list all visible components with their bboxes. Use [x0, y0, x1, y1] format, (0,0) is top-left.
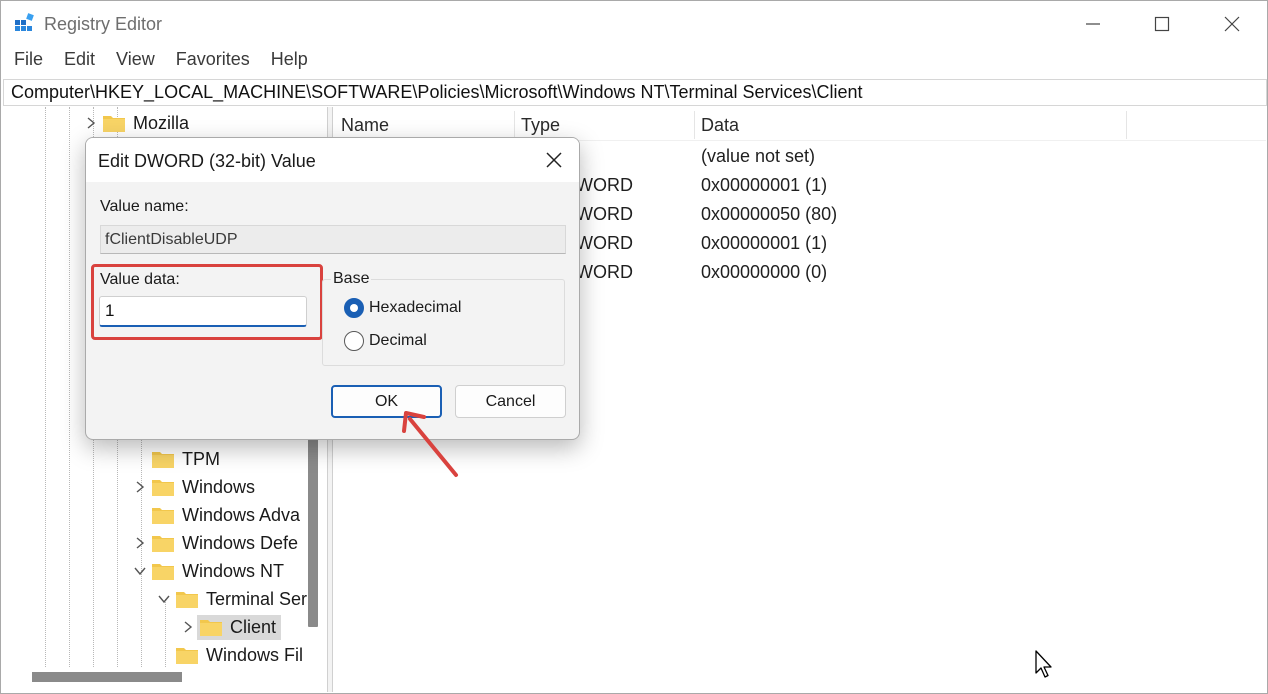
edit-dword-dialog: Edit DWORD (32-bit) Value Value name: fC…	[85, 137, 580, 440]
minimize-button[interactable]	[1079, 11, 1107, 37]
column-header-type[interactable]: Type	[521, 115, 560, 136]
annotation-arrow-icon	[402, 411, 458, 477]
radio-hexadecimal[interactable]: Hexadecimal	[344, 298, 461, 318]
row-type: WORD	[576, 233, 633, 253]
tree-item-label: Windows Adva	[182, 504, 301, 525]
registry-editor-window: Registry Editor File Edit View Favorites…	[0, 0, 1268, 694]
folder-icon	[103, 116, 125, 132]
maximize-button[interactable]	[1148, 11, 1176, 37]
radio-label: Decimal	[369, 332, 427, 349]
folder-icon	[152, 536, 174, 552]
address-bar[interactable]: Computer\HKEY_LOCAL_MACHINE\SOFTWARE\Pol…	[3, 79, 1267, 106]
title-bar: Registry Editor	[1, 1, 1268, 47]
tree-item-windows-advanced[interactable]: Windows Adva	[131, 501, 303, 529]
tree-item-windows-file-protection[interactable]: Windows Fil	[155, 641, 306, 669]
radio-unchecked-icon[interactable]	[344, 331, 364, 351]
chevron-down-icon[interactable]	[131, 557, 149, 585]
value-data-label: Value data:	[100, 271, 180, 288]
row-data: 0x00000001 (1)	[701, 175, 828, 195]
value-name-field: fClientDisableUDP	[100, 225, 566, 254]
maximize-icon	[1154, 16, 1170, 32]
tree-horizontal-scroll-thumb[interactable]	[32, 672, 182, 682]
base-group-label: Base	[331, 270, 372, 288]
row-data: 0x00000050 (80)	[701, 204, 838, 224]
row-type: WORD	[576, 262, 633, 282]
tree-item-mozilla[interactable]: Mozilla	[82, 109, 192, 137]
column-header-data[interactable]: Data	[701, 115, 739, 136]
row-type: WORD	[576, 175, 633, 195]
tree-item-tpm[interactable]: TPM	[131, 445, 223, 473]
value-data-input[interactable]: 1	[99, 296, 307, 327]
tree-item-windows[interactable]: Windows	[131, 473, 258, 501]
radio-decimal[interactable]: Decimal	[344, 331, 427, 351]
chevron-right-icon[interactable]	[82, 109, 100, 137]
folder-icon	[200, 620, 222, 636]
menu-bar: File Edit View Favorites Help	[1, 49, 316, 75]
cancel-button[interactable]: Cancel	[455, 385, 566, 418]
column-header-name[interactable]: Name	[341, 115, 389, 136]
tree-item-windows-nt[interactable]: Windows NT	[131, 557, 287, 585]
menu-view[interactable]: View	[116, 49, 155, 75]
radio-checked-icon[interactable]	[344, 298, 364, 318]
column-separator[interactable]	[694, 111, 695, 139]
close-icon	[546, 152, 562, 168]
tree-item-label: Mozilla	[133, 112, 190, 133]
tree-guide-line	[69, 107, 70, 667]
tree-item-label: Windows NT	[182, 560, 285, 581]
dialog-close-button[interactable]	[542, 148, 566, 172]
menu-help[interactable]: Help	[271, 49, 308, 75]
menu-favorites[interactable]: Favorites	[176, 49, 250, 75]
chevron-right-icon[interactable]	[131, 529, 149, 557]
chevron-down-icon[interactable]	[155, 585, 173, 613]
selection-highlight: Client	[197, 614, 282, 640]
menu-edit[interactable]: Edit	[64, 49, 95, 75]
value-name-label: Value name:	[100, 198, 189, 215]
dialog-title: Edit DWORD (32-bit) Value	[98, 151, 316, 171]
row-data: 0x00000000 (0)	[701, 262, 828, 282]
radio-label: Hexadecimal	[369, 299, 462, 316]
tree-item-label: Windows	[182, 476, 256, 497]
close-button[interactable]	[1218, 11, 1246, 37]
row-type: WORD	[576, 204, 633, 224]
menu-file[interactable]: File	[14, 49, 43, 75]
folder-icon	[176, 648, 198, 664]
tree-vertical-scroll-thumb[interactable]	[308, 427, 318, 627]
tree-item-label: Terminal Ser	[206, 588, 308, 609]
folder-icon	[152, 508, 174, 524]
tree-item-label: Windows Fil	[206, 644, 304, 665]
window-title: Registry Editor	[44, 14, 163, 34]
tree-item-label: TPM	[182, 448, 220, 469]
tree-item-label: Client	[230, 616, 277, 637]
folder-icon	[176, 592, 198, 608]
chevron-right-icon[interactable]	[131, 473, 149, 501]
column-separator[interactable]	[1126, 111, 1127, 139]
close-icon	[1224, 16, 1240, 32]
list-header: Name Type Data	[334, 107, 1266, 141]
tree-item-client[interactable]: Client	[179, 613, 282, 641]
row-data: 0x00000001 (1)	[701, 233, 828, 253]
chevron-right-icon[interactable]	[179, 613, 197, 641]
folder-icon	[152, 480, 174, 496]
registry-app-icon	[15, 13, 34, 31]
folder-icon	[152, 564, 174, 580]
mouse-cursor-icon	[1035, 650, 1052, 678]
tree-item-label: Windows Defe	[182, 532, 299, 553]
tree-item-windows-defender[interactable]: Windows Defe	[131, 529, 301, 557]
tree-item-terminal-services[interactable]: Terminal Ser	[155, 585, 310, 613]
column-separator[interactable]	[514, 111, 515, 139]
tree-guide-line	[45, 107, 46, 667]
row-data: (value not set)	[701, 146, 816, 166]
folder-icon	[152, 452, 174, 468]
minimize-icon	[1086, 23, 1100, 25]
base-group	[322, 279, 565, 366]
